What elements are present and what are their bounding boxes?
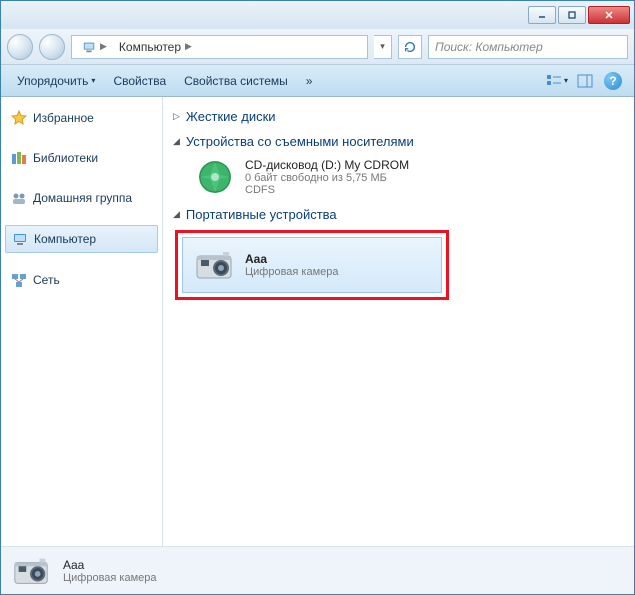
annotation-highlight: Aaa Цифровая камера: [175, 230, 449, 300]
sidebar-item-homegroup[interactable]: Домашняя группа: [5, 185, 158, 211]
search-placeholder: Поиск: Компьютер: [435, 40, 543, 54]
device-camera[interactable]: Aaa Цифровая камера: [182, 237, 442, 293]
breadcrumb-computer[interactable]: Компьютер: [119, 40, 181, 54]
back-button[interactable]: [7, 34, 33, 60]
organize-menu[interactable]: Упорядочить ▾: [9, 70, 103, 92]
toolbar: Упорядочить ▾ Свойства Свойства системы …: [1, 65, 634, 97]
help-button[interactable]: ?: [602, 70, 624, 92]
toolbar-overflow[interactable]: »: [298, 70, 321, 92]
system-properties-button[interactable]: Свойства системы: [176, 70, 296, 92]
group-removable[interactable]: ◢Устройства со съемными носителями: [173, 128, 624, 153]
sidebar: Избранное Библиотеки Домашняя группа Ком…: [1, 97, 163, 546]
star-icon: [11, 110, 27, 126]
nav-row: ▶ Компьютер ▶ ▾ Поиск: Компьютер: [1, 29, 634, 65]
network-icon: [11, 272, 27, 288]
status-bar: Aaa Цифровая камера: [1, 546, 634, 594]
cd-fs: CDFS: [245, 184, 409, 196]
refresh-button[interactable]: [398, 35, 422, 59]
address-dropdown[interactable]: ▾: [374, 35, 392, 59]
group-portable[interactable]: ◢Портативные устройства: [173, 201, 624, 226]
help-icon: ?: [604, 72, 622, 90]
libraries-icon: [11, 150, 27, 166]
sidebar-item-favorites[interactable]: Избранное: [5, 105, 158, 131]
homegroup-icon: [11, 190, 27, 206]
device-name: Aaa: [245, 252, 339, 266]
sidebar-item-network[interactable]: Сеть: [5, 267, 158, 293]
sidebar-item-libraries[interactable]: Библиотеки: [5, 145, 158, 171]
device-type: Цифровая камера: [245, 266, 339, 278]
chevron-down-icon: ◢: [173, 209, 180, 220]
body: Избранное Библиотеки Домашняя группа Ком…: [1, 97, 634, 546]
group-hdd[interactable]: ▷Жесткие диски: [173, 103, 624, 128]
properties-button[interactable]: Свойства: [105, 70, 174, 92]
cd-title: CD-дисковод (D:) My CDROM: [245, 158, 409, 172]
minimize-button[interactable]: [528, 6, 556, 24]
status-type: Цифровая камера: [63, 572, 157, 584]
refresh-icon: [403, 40, 417, 54]
maximize-button[interactable]: [558, 6, 586, 24]
explorer-window: ▶ Компьютер ▶ ▾ Поиск: Компьютер Упорядо…: [0, 0, 635, 595]
cd-free: 0 байт свободно из 5,75 МБ: [245, 172, 409, 184]
sidebar-item-computer[interactable]: Компьютер: [5, 225, 158, 253]
preview-pane-button[interactable]: [574, 70, 596, 92]
chevron-down-icon: ◢: [173, 136, 180, 147]
status-name: Aaa: [63, 558, 157, 572]
cd-drive-icon: [195, 157, 235, 197]
computer-icon: [82, 40, 96, 54]
close-button[interactable]: [588, 6, 630, 24]
chevron-right-icon: ▷: [173, 111, 180, 122]
camera-icon: [11, 551, 51, 591]
view-mode-button[interactable]: ▾: [546, 70, 568, 92]
content-pane: ▷Жесткие диски ◢Устройства со съемными н…: [163, 97, 634, 546]
camera-icon: [193, 244, 235, 286]
address-bar[interactable]: ▶ Компьютер ▶: [71, 35, 368, 59]
search-input[interactable]: Поиск: Компьютер: [428, 35, 628, 59]
forward-button[interactable]: [39, 34, 65, 60]
titlebar: [1, 1, 634, 29]
drive-cd[interactable]: CD-дисковод (D:) My CDROM 0 байт свободн…: [173, 153, 624, 201]
computer-icon: [12, 231, 28, 247]
